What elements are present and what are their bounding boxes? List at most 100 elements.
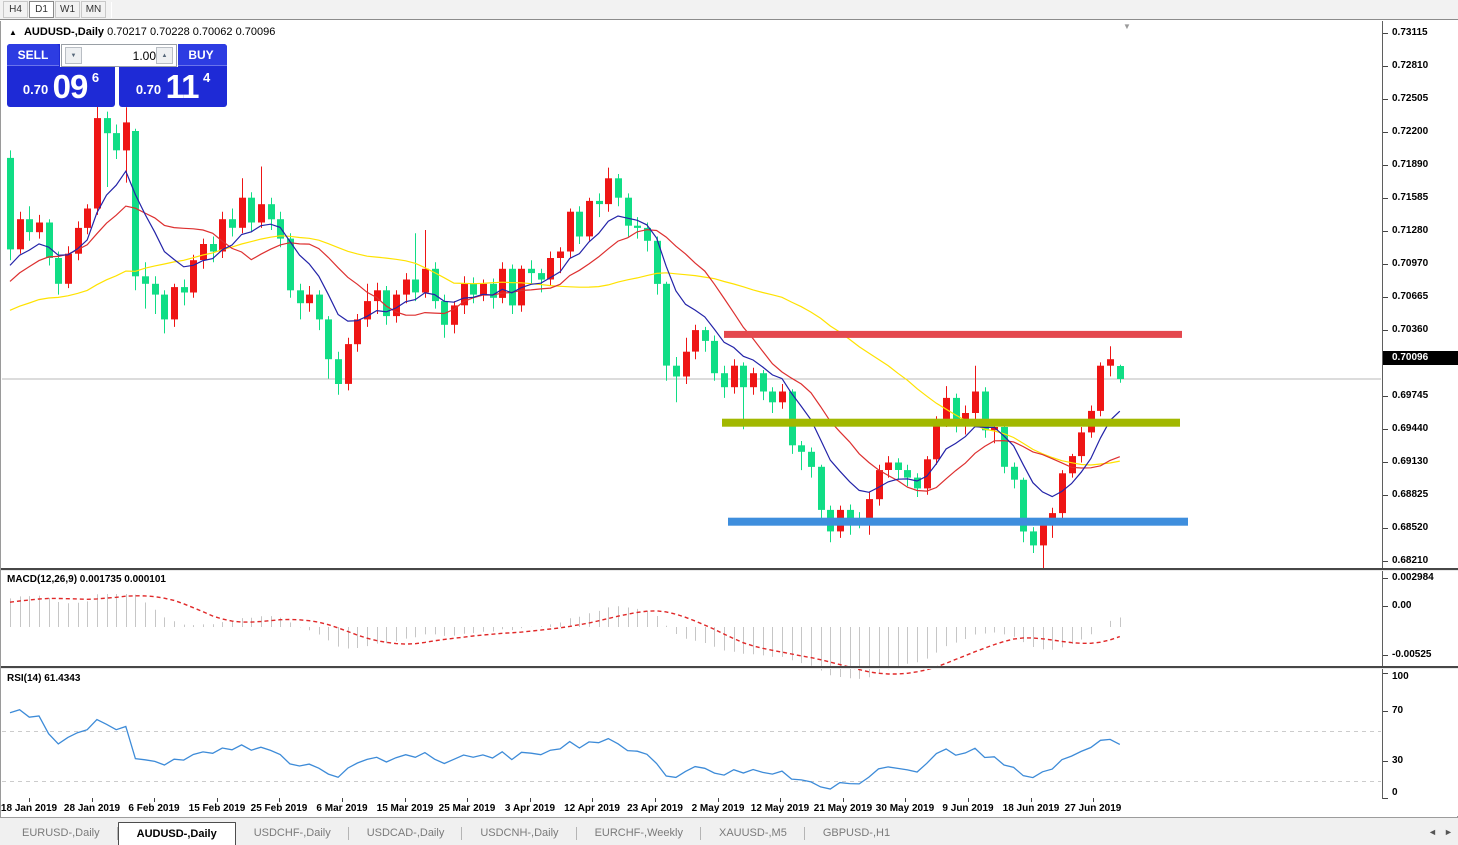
rsi-label: RSI(14) 61.4343 xyxy=(7,673,81,684)
date-tick-mark xyxy=(1031,798,1032,802)
macd-tick-label: 0.00 xyxy=(1392,600,1412,611)
date-tick-mark xyxy=(655,798,656,802)
timeframe-button-w1[interactable]: W1 xyxy=(55,1,80,18)
date-tick-mark xyxy=(29,798,30,802)
price-tick-label: 0.71585 xyxy=(1392,192,1429,203)
date-tick-mark xyxy=(217,798,218,802)
date-tick-label: 25 Feb 2019 xyxy=(250,803,308,814)
date-tick-mark xyxy=(92,798,93,802)
date-tick-mark xyxy=(843,798,844,802)
chart-window: ▲ AUDUSD-,Daily 0.70217 0.70228 0.70062 … xyxy=(0,21,1458,817)
rsi-tick-label: 30 xyxy=(1392,755,1404,766)
date-tick-label: 2 May 2019 xyxy=(691,803,745,814)
tab-eurusd-daily[interactable]: EURUSD-,Daily xyxy=(4,823,118,845)
buy-price[interactable]: 0.70 11 4 xyxy=(119,68,227,106)
rsi-tick-mark xyxy=(1383,711,1388,712)
price-tick-mark xyxy=(1383,132,1388,133)
tab-xauusd-m5[interactable]: XAUUSD-,M5 xyxy=(701,823,805,845)
date-tick-label: 15 Feb 2019 xyxy=(188,803,246,814)
time-axis: 18 Jan 2019 28 Jan 2019 6 Feb 2019 15 Feb 2… xyxy=(1,798,1458,816)
mt4-terminal: H4 D1 W1 MN ▲ AUDUSD-,Daily 0.70217 0.70228… xyxy=(0,0,1458,845)
one-click-collapse-icon[interactable]: ▲ xyxy=(9,28,17,37)
price-tick-mark xyxy=(1383,462,1388,463)
rsi-splitter[interactable] xyxy=(1,666,1458,669)
timeframe-button-h4[interactable]: H4 xyxy=(3,1,28,18)
price-tick-mark xyxy=(1383,396,1388,397)
price-tick-mark xyxy=(1383,33,1388,34)
price-tick-label: 0.70665 xyxy=(1392,291,1429,302)
price-tick-mark xyxy=(1383,165,1388,166)
date-tick-label: 12 Apr 2019 xyxy=(564,803,620,814)
timeframe-toolbar: H4 D1 W1 MN xyxy=(0,0,1458,20)
date-tick-label: 21 May 2019 xyxy=(813,803,873,814)
tab-scroll-right-icon[interactable]: ► xyxy=(1444,827,1453,837)
price-tick-mark xyxy=(1383,66,1388,67)
sell-button[interactable]: SELL xyxy=(7,44,59,66)
date-tick-mark xyxy=(592,798,593,802)
tab-audusd-daily[interactable]: AUDUSD-,Daily xyxy=(117,822,236,845)
tab-usdchf-daily[interactable]: USDCHF-,Daily xyxy=(236,823,349,845)
candlestick-chart[interactable] xyxy=(2,42,1381,589)
macd-tick-label: 0.002984 xyxy=(1392,572,1434,583)
date-tick-label: 23 Apr 2019 xyxy=(627,803,683,814)
macd-indicator-chart[interactable] xyxy=(2,592,1381,687)
chart-title: ▲ AUDUSD-,Daily 0.70217 0.70228 0.70062 … xyxy=(9,26,275,38)
chart-symbol-label: AUDUSD-,Daily xyxy=(23,26,105,38)
price-tick-label: 0.71890 xyxy=(1392,159,1429,170)
volume-input[interactable] xyxy=(84,46,156,65)
price-tick-mark xyxy=(1383,264,1388,265)
price-axis: 0.73115 0.72810 0.72505 0.72200 0.71890 0.715… xyxy=(1382,21,1458,799)
price-tick-label: 0.68520 xyxy=(1392,522,1429,533)
price-tick-label: 0.70360 xyxy=(1392,324,1429,335)
volume-decrease-icon[interactable]: ▼ xyxy=(65,47,82,64)
date-tick-mark xyxy=(905,798,906,802)
price-tick-label: 0.68210 xyxy=(1392,555,1429,566)
macd-label: MACD(12,26,9) 0.001735 0.000101 xyxy=(7,574,166,585)
price-tick-label: 0.71280 xyxy=(1392,225,1429,236)
date-tick-mark xyxy=(718,798,719,802)
macd-tick-mark xyxy=(1383,578,1388,579)
rsi-tick-label: 70 xyxy=(1392,705,1404,716)
price-tick-label: 0.69440 xyxy=(1392,423,1429,434)
buy-button[interactable]: BUY xyxy=(175,44,227,66)
date-tick-label: 6 Feb 2019 xyxy=(128,803,180,814)
sell-price-pip: 6 xyxy=(91,70,100,85)
timeframe-button-d1[interactable]: D1 xyxy=(29,1,54,18)
sell-price-prefix: 0.70 xyxy=(22,82,49,97)
date-tick-label: 12 May 2019 xyxy=(750,803,810,814)
date-tick-mark xyxy=(780,798,781,802)
macd-tick-label: -0.00525 xyxy=(1392,649,1432,660)
tab-usdcnh-daily[interactable]: USDCNH-,Daily xyxy=(462,823,577,845)
sell-price[interactable]: 0.70 09 6 xyxy=(7,68,115,106)
macd-tick-mark xyxy=(1383,655,1388,656)
buy-price-big: 11 xyxy=(165,68,200,105)
rsi-tick-mark xyxy=(1383,673,1388,674)
price-tick-label: 0.72810 xyxy=(1392,60,1429,71)
rsi-tick-mark xyxy=(1383,761,1388,762)
rsi-tick-label: 0 xyxy=(1392,787,1398,798)
buy-price-pip: 4 xyxy=(202,70,211,85)
tab-eurchf-weekly[interactable]: EURCHF-,Weekly xyxy=(577,823,702,845)
date-tick-label: 6 Mar 2019 xyxy=(316,803,368,814)
date-tick-label: 18 Jan 2019 xyxy=(0,803,58,814)
rsi-tick-mark xyxy=(1383,798,1388,799)
price-tick-label: 0.73115 xyxy=(1392,27,1428,38)
volume-increase-icon[interactable]: ▲ xyxy=(156,47,173,64)
date-tick-label: 18 Jun 2019 xyxy=(1002,803,1060,814)
chart-shift-marker-icon[interactable]: ▼ xyxy=(1123,22,1131,31)
macd-splitter[interactable] xyxy=(1,568,1458,571)
price-tick-label: 0.72505 xyxy=(1392,93,1429,104)
date-tick-mark xyxy=(530,798,531,802)
date-tick-label: 9 Jun 2019 xyxy=(942,803,994,814)
date-tick-label: 30 May 2019 xyxy=(875,803,935,814)
tab-gbpusd-h1[interactable]: GBPUSD-,H1 xyxy=(805,823,908,845)
macd-tick-mark xyxy=(1383,606,1388,607)
price-tick-label: 0.69745 xyxy=(1392,390,1429,401)
price-tick-mark xyxy=(1383,198,1388,199)
date-tick-mark xyxy=(154,798,155,802)
tab-scroll-left-icon[interactable]: ◄ xyxy=(1428,827,1437,837)
tab-usdcad-daily[interactable]: USDCAD-,Daily xyxy=(349,823,463,845)
date-tick-mark xyxy=(1093,798,1094,802)
date-tick-label: 27 Jun 2019 xyxy=(1064,803,1122,814)
timeframe-button-mn[interactable]: MN xyxy=(81,1,106,18)
